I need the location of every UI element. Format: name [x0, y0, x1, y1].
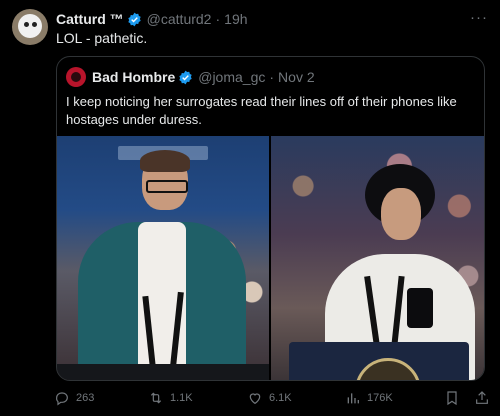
quoted-tweet[interactable]: Bad Hombre @joma_gc · Nov 2 I keep notic…: [56, 56, 485, 381]
media-photo-right[interactable]: [271, 136, 484, 380]
avatar-eye-left: [24, 22, 29, 27]
more-icon[interactable]: ···: [470, 9, 488, 26]
media-photo-left[interactable]: [57, 136, 269, 380]
quote-avatar[interactable]: [66, 67, 86, 87]
like-count: 6.1K: [269, 392, 292, 404]
tweet[interactable]: Catturd ™ @catturd2 · 19h ··· LOL - path…: [0, 0, 500, 416]
author-name[interactable]: Catturd ™: [56, 11, 124, 27]
speaker-hair: [140, 150, 190, 172]
quote-separator: ·: [269, 69, 275, 85]
tweet-header: Catturd ™ @catturd2 · 19h: [56, 10, 248, 28]
quote-header: Bad Hombre @joma_gc · Nov 2: [66, 67, 315, 87]
action-bar: 263 1.1K 6.1K 176K: [56, 388, 492, 408]
views-icon: [347, 393, 359, 404]
views-button[interactable]: 176K: [345, 388, 393, 408]
like-icon: [249, 393, 261, 405]
author-avatar[interactable]: [12, 9, 48, 45]
tweet-text: LOL - pathetic.: [56, 30, 148, 46]
like-button[interactable]: 6.1K: [247, 388, 292, 408]
views-count: 176K: [367, 392, 393, 404]
quote-author-name[interactable]: Bad Hombre: [92, 69, 175, 85]
avatar-face: [18, 14, 42, 38]
speaker-face: [381, 188, 421, 240]
header-separator: ·: [215, 11, 221, 27]
reply-button[interactable]: 263: [54, 388, 94, 408]
share-button[interactable]: [474, 388, 490, 408]
author-handle[interactable]: @catturd2: [147, 11, 212, 27]
speaker-glasses: [146, 180, 188, 193]
reply-icon: [56, 392, 68, 406]
quote-author-handle[interactable]: @joma_gc: [198, 69, 265, 85]
quote-text: I keep noticing her surrogates read thei…: [66, 94, 457, 127]
verified-icon: [179, 70, 192, 84]
avatar-eye-right: [32, 22, 37, 27]
bookmark-button[interactable]: [444, 388, 460, 408]
quote-media[interactable]: [57, 136, 484, 380]
phone: [407, 288, 433, 328]
reply-count: 263: [76, 392, 95, 404]
quote-date[interactable]: Nov 2: [278, 69, 315, 85]
retweet-icon: [150, 392, 162, 404]
retweet-button[interactable]: 1.1K: [148, 388, 193, 408]
podium: [57, 364, 269, 380]
verified-icon: [127, 12, 141, 26]
share-icon: [476, 391, 488, 404]
tweet-time[interactable]: 19h: [224, 11, 247, 27]
bookmark-icon: [447, 391, 457, 406]
retweet-count: 1.1K: [170, 392, 193, 404]
